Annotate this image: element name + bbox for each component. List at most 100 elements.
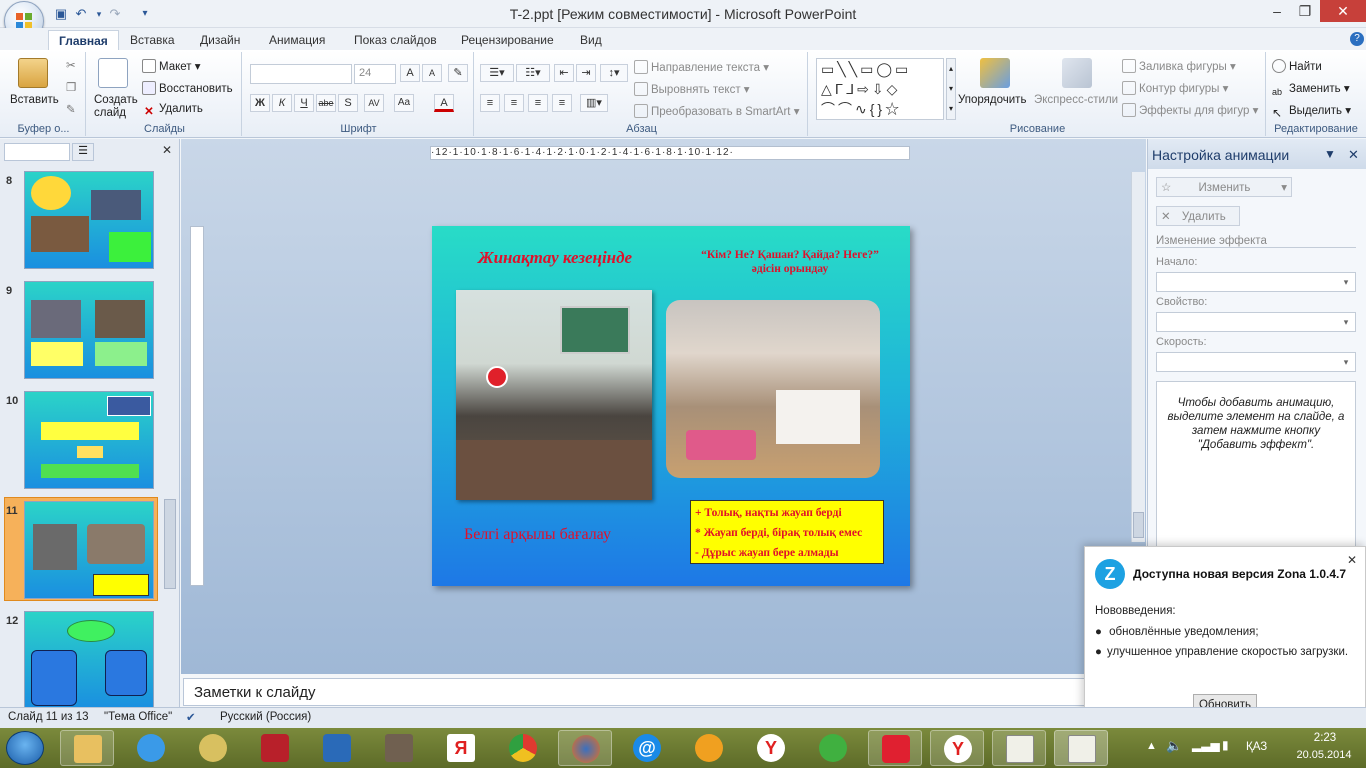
shapes-gallery[interactable]: ▭╲╲▭◯▭ △ᒥᒧ⇨⇩◇ ⌒⌒∿{}☆ xyxy=(816,58,944,120)
speed-select[interactable]: ▾ xyxy=(1156,352,1356,372)
scrollbar-thumb[interactable] xyxy=(1133,512,1144,538)
taskbar-yandex-browser[interactable]: Y xyxy=(744,730,798,766)
classroom-photo-right[interactable] xyxy=(666,300,880,478)
close-pane-icon[interactable]: ✕ xyxy=(162,143,172,157)
new-slide-button[interactable]: Создать слайд xyxy=(94,94,142,120)
close-notification-icon[interactable]: ✕ xyxy=(1347,553,1357,567)
taskbar-zona[interactable] xyxy=(682,730,736,766)
property-select[interactable]: ▾ xyxy=(1156,312,1356,332)
minimize-button[interactable]: – xyxy=(1262,0,1292,22)
grow-font-button[interactable]: A xyxy=(400,64,420,82)
spacing-button[interactable]: AV xyxy=(364,94,384,112)
layout-button[interactable]: Макет ▾ xyxy=(142,59,201,73)
language-indicator[interactable]: Русский (Россия) xyxy=(220,711,311,723)
taskbar-ie[interactable] xyxy=(124,730,178,766)
tab-view[interactable]: Вид xyxy=(570,30,612,50)
clock-date[interactable]: 20.05.2014 xyxy=(1286,749,1362,761)
font-size-field[interactable]: 24 xyxy=(354,64,396,84)
spellcheck-icon[interactable]: ✔ xyxy=(186,710,196,724)
animation-list[interactable]: Чтобы добавить анимацию, выделите элемен… xyxy=(1156,381,1356,551)
slide-caption[interactable]: Белгі арқылы бағалау xyxy=(464,526,611,544)
close-window-button[interactable]: ✕ xyxy=(1320,0,1366,22)
close-pane-icon[interactable]: ✕ xyxy=(1348,147,1359,163)
font-family-field[interactable] xyxy=(250,64,352,84)
align-right-button[interactable]: ≡ xyxy=(528,94,548,112)
pane-scrollbar-thumb[interactable] xyxy=(164,499,176,589)
underline-button[interactable]: Ч xyxy=(294,94,314,112)
justify-button[interactable]: ≡ xyxy=(552,94,572,112)
reset-button[interactable]: Восстановить xyxy=(142,81,233,95)
slide-thumbnail-10[interactable] xyxy=(24,391,154,489)
slide-title-left[interactable]: Жинақтау кезеңінде xyxy=(478,248,632,268)
align-center-button[interactable]: ≡ xyxy=(504,94,524,112)
paste-button[interactable]: Вставить xyxy=(10,94,59,106)
shapes-gallery-scroll[interactable]: ▴ ▾ ▾ xyxy=(946,58,956,120)
start-select[interactable]: ▾ xyxy=(1156,272,1356,292)
taskbar-powerpoint-2[interactable] xyxy=(1054,730,1108,766)
format-painter-icon[interactable]: ✎ xyxy=(66,102,76,116)
tray-expand-icon[interactable]: ▲ xyxy=(1146,740,1157,752)
classroom-photo-left[interactable] xyxy=(456,290,652,500)
taskbar-doc[interactable] xyxy=(372,730,426,766)
tab-home[interactable]: Главная xyxy=(48,30,119,50)
cut-icon[interactable]: ✂ xyxy=(66,58,76,72)
tab-design[interactable]: Дизайн xyxy=(190,30,250,50)
clock-time[interactable]: 2:23 xyxy=(1300,732,1350,744)
columns-button[interactable]: ▥▾ xyxy=(580,94,608,112)
text-direction-button[interactable]: Направление текста ▾ xyxy=(634,60,769,74)
copy-icon[interactable]: ❐ xyxy=(66,80,76,94)
battery-icon[interactable]: ▮ xyxy=(1222,738,1229,752)
delete-slide-button[interactable]: ✕ Удалить xyxy=(142,103,203,119)
slide-title-right[interactable]: “Кім? Не? Қашан? Қайда? Неге?” әдісін ор… xyxy=(692,248,888,276)
current-slide[interactable]: Жинақтау кезеңінде “Кім? Не? Қашан? Қайд… xyxy=(432,226,910,586)
smartart-button[interactable]: Преобразовать в SmartArt ▾ xyxy=(634,104,799,118)
tab-slides-view[interactable] xyxy=(4,143,70,161)
pane-menu-icon[interactable]: ▼ xyxy=(1324,147,1336,161)
volume-icon[interactable]: 🔈 xyxy=(1166,738,1182,754)
change-effect-button[interactable]: ☆ Изменить ▾ xyxy=(1156,177,1292,197)
help-icon[interactable]: ? xyxy=(1350,32,1364,46)
numbering-button[interactable]: ☷▾ xyxy=(516,64,550,82)
align-left-button[interactable]: ≡ xyxy=(480,94,500,112)
taskbar-firefox[interactable] xyxy=(558,730,612,766)
shape-effects-button[interactable]: Эффекты для фигур ▾ xyxy=(1122,103,1258,117)
change-case-button[interactable]: Aa xyxy=(394,94,414,112)
tab-outline-view[interactable]: ☰ xyxy=(72,143,94,161)
tab-insert[interactable]: Вставка xyxy=(120,30,185,50)
taskbar-powerpoint-1[interactable] xyxy=(992,730,1046,766)
taskbar-yandex[interactable]: Я xyxy=(434,730,488,766)
network-icon[interactable]: ▂▃▅ xyxy=(1192,738,1220,752)
shrink-font-button[interactable]: A xyxy=(422,64,442,82)
strike-button[interactable]: abe xyxy=(316,94,336,112)
taskbar-yandex-open[interactable]: Y xyxy=(930,730,984,766)
taskbar-agent[interactable] xyxy=(806,730,860,766)
taskbar-chrome[interactable] xyxy=(496,730,550,766)
shadow-button[interactable]: S xyxy=(338,94,358,112)
taskbar-kaspersky[interactable] xyxy=(868,730,922,766)
tab-review[interactable]: Рецензирование xyxy=(451,30,564,50)
italic-button[interactable]: К xyxy=(272,94,292,112)
keyboard-language[interactable]: ҚАЗ xyxy=(1246,741,1267,753)
align-text-button[interactable]: Выровнять текст ▾ xyxy=(634,82,750,96)
slide-thumbnail-11[interactable] xyxy=(24,501,154,599)
slide-thumbnail-8[interactable] xyxy=(24,171,154,269)
decrease-indent-button[interactable]: ⇤ xyxy=(554,64,574,82)
taskbar-mail[interactable]: @ xyxy=(620,730,674,766)
delete-effect-button[interactable]: ✕ Удалить xyxy=(1156,206,1240,226)
bullets-button[interactable]: ☰▾ xyxy=(480,64,514,82)
tab-animation[interactable]: Анимация xyxy=(259,30,335,50)
theme-name[interactable]: "Тема Office" xyxy=(104,711,172,723)
assessment-legend[interactable]: + Толық, нақты жауап берді * Жауап берді… xyxy=(690,500,884,564)
find-button[interactable]: Найти xyxy=(1272,59,1322,73)
increase-indent-button[interactable]: ⇥ xyxy=(576,64,596,82)
taskbar-settings[interactable] xyxy=(310,730,364,766)
shape-fill-button[interactable]: Заливка фигуры ▾ xyxy=(1122,59,1236,73)
quick-styles-button[interactable]: Экспресс-стили xyxy=(1034,94,1118,106)
notes-pane[interactable]: Заметки к слайду xyxy=(183,678,1145,706)
shape-outline-button[interactable]: Контур фигуры ▾ xyxy=(1122,81,1228,95)
taskbar-explorer[interactable] xyxy=(60,730,114,766)
tab-slideshow[interactable]: Показ слайдов xyxy=(344,30,447,50)
vertical-scrollbar[interactable] xyxy=(1131,172,1145,542)
taskbar-power[interactable] xyxy=(248,730,302,766)
bold-button[interactable]: Ж xyxy=(250,94,270,112)
